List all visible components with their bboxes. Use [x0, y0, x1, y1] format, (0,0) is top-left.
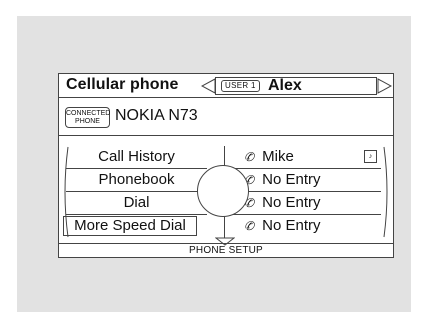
user-badge: USER 1 — [221, 80, 260, 92]
speed-dial-label: No Entry — [262, 171, 321, 188]
speed-dial-item-4[interactable]: ✆ No Entry — [230, 215, 381, 238]
speed-dial-item-1[interactable]: ✆ Mike ♪ — [230, 146, 381, 169]
badge-line-connected: CONNECTED — [66, 110, 111, 117]
menu-item-call-history[interactable]: Call History — [66, 146, 207, 169]
badge-line-phone: PHONE — [75, 118, 100, 125]
user-name: Alex — [268, 77, 302, 94]
arrow-left-icon[interactable] — [201, 78, 216, 94]
arrow-right-icon[interactable] — [377, 78, 392, 94]
connected-phone-badge: CONNECTED PHONE — [65, 107, 110, 128]
phone-icon: ✆ — [244, 219, 255, 233]
speed-dial-item-2[interactable]: ✆ No Entry — [230, 169, 381, 192]
phone-screen: Cellular phone USER 1 Alex CONNECTED PHO… — [58, 73, 394, 258]
menu-item-more-speed-dial[interactable]: More Speed Dial — [63, 216, 197, 236]
menu-item-phonebook[interactable]: Phonebook — [66, 169, 207, 192]
menu-item-dial[interactable]: Dial — [66, 192, 207, 215]
speed-dial-label: No Entry — [262, 217, 321, 234]
user-selector[interactable]: USER 1 Alex — [215, 77, 377, 95]
phone-menu: Call History Phonebook Dial More Speed D… — [59, 146, 393, 238]
screen-title: Cellular phone — [66, 76, 179, 93]
header-bar: Cellular phone USER 1 Alex — [59, 74, 393, 98]
phone-model: NOKIA N73 — [115, 107, 198, 124]
speed-dial-item-3[interactable]: ✆ No Entry — [230, 192, 381, 215]
speed-dial-list: ✆ Mike ♪ ✆ No Entry ✆ No Entry ✆ No Entr… — [230, 146, 381, 238]
phone-icon: ✆ — [244, 150, 255, 164]
speed-dial-label: No Entry — [262, 194, 321, 211]
voice-tag-icon: ♪ — [364, 150, 377, 163]
phone-setup-button[interactable]: PHONE SETUP — [59, 243, 393, 258]
speed-dial-label: Mike — [262, 148, 294, 165]
connected-phone-row: CONNECTED PHONE NOKIA N73 — [59, 98, 393, 136]
menu-list: Call History Phonebook Dial More Speed D… — [63, 146, 207, 236]
menu-bracket-right — [383, 146, 388, 238]
selector-knob — [197, 165, 249, 217]
